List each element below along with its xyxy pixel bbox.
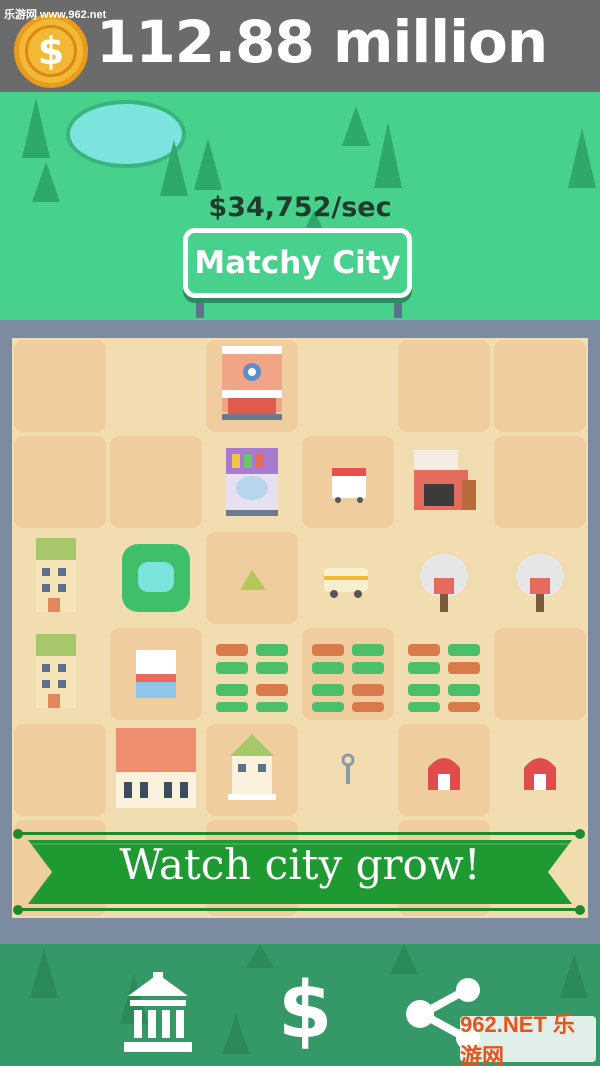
shop-icon (136, 650, 176, 698)
board-tile-barn[interactable] (398, 724, 490, 816)
banner-top-line (14, 832, 580, 835)
lumber-mill-icon (414, 450, 476, 510)
city-name-sign[interactable]: Matchy City (183, 228, 412, 298)
income-rate: $34,752/sec (208, 192, 392, 223)
tree (160, 140, 188, 196)
tree (342, 106, 370, 146)
board-tile-crop-field[interactable] (302, 628, 394, 720)
dollar-coin-icon: $ (14, 14, 88, 88)
board-tile-barn[interactable] (494, 724, 586, 816)
board-tile-market-hall[interactable] (206, 436, 298, 528)
board-tile-food-cart[interactable] (302, 436, 394, 528)
board-tile[interactable] (14, 724, 106, 816)
board-tile-movie-theater[interactable] (206, 340, 298, 432)
dollar-icon[interactable]: $ (278, 966, 332, 1056)
tree (222, 1014, 250, 1054)
crop-field-icon (216, 644, 288, 712)
tree (30, 948, 58, 998)
barn-icon (524, 758, 556, 790)
barn-icon (428, 758, 460, 790)
food-cart-icon (332, 468, 366, 503)
board-tile-town-hall[interactable] (110, 724, 202, 816)
board-tile-lumber-mill[interactable] (398, 436, 490, 528)
mine-icon (420, 554, 468, 612)
tree (246, 944, 274, 968)
bank-icon[interactable] (120, 972, 196, 1056)
banner-dot (13, 905, 23, 915)
board-tile-camper-van[interactable] (302, 532, 394, 624)
site-logo: 962.NET 乐游网 (460, 1012, 596, 1066)
tree (194, 138, 222, 190)
coin-symbol: $ (25, 25, 77, 77)
board-tile-tent[interactable] (206, 532, 298, 624)
board-tile-apartment[interactable] (14, 628, 106, 720)
money-total: 112.88 million (96, 8, 548, 76)
tree (568, 128, 596, 188)
key-icon (341, 753, 355, 784)
tent-icon (240, 570, 266, 590)
board-tile-mine[interactable] (494, 532, 586, 624)
board-tile[interactable] (110, 340, 202, 432)
top-bar: $ 112.88 million 乐游网 www.962.net (0, 0, 600, 92)
board-tile[interactable] (302, 340, 394, 432)
board-tile[interactable] (494, 340, 586, 432)
board-tile-crop-field[interactable] (398, 628, 490, 720)
board-tile[interactable] (494, 436, 586, 528)
board-tile-mine[interactable] (398, 532, 490, 624)
town-hall-icon (116, 728, 196, 808)
tree (374, 122, 402, 188)
board-tile-key[interactable] (302, 724, 394, 816)
board-tile-apartment[interactable] (14, 532, 106, 624)
crop-field-icon (312, 644, 384, 712)
board-tile[interactable] (494, 628, 586, 720)
banner-dot (13, 829, 23, 839)
site-logo-text: 962.NET 乐游网 (460, 1012, 575, 1066)
board-tile-crop-field[interactable] (206, 628, 298, 720)
promo-banner-text: Watch city grow! (119, 840, 481, 889)
house-icon (228, 734, 276, 800)
board-tile-park[interactable] (110, 532, 202, 624)
crop-field-icon (408, 644, 480, 712)
movie-theater-icon (222, 346, 282, 420)
banner-dot (575, 829, 585, 839)
tree (22, 98, 50, 158)
market-hall-icon (226, 448, 278, 516)
board-tile[interactable] (110, 436, 202, 528)
camper-van-icon (324, 568, 368, 598)
board-tile-shop[interactable] (110, 628, 202, 720)
apartment-icon (36, 538, 76, 612)
apartment-icon (36, 634, 76, 708)
banner-dot (575, 905, 585, 915)
board-tile[interactable] (398, 340, 490, 432)
banner-bottom-line (14, 908, 580, 911)
watermark-text: 乐游网 www.962.net (4, 9, 107, 21)
tree (390, 944, 418, 974)
board-tile-house[interactable] (206, 724, 298, 816)
mine-icon (516, 554, 564, 612)
city-name: Matchy City (194, 245, 401, 281)
tree (560, 954, 588, 998)
park-icon (122, 544, 190, 612)
board-tile[interactable] (14, 436, 106, 528)
board-tile[interactable] (14, 340, 106, 432)
